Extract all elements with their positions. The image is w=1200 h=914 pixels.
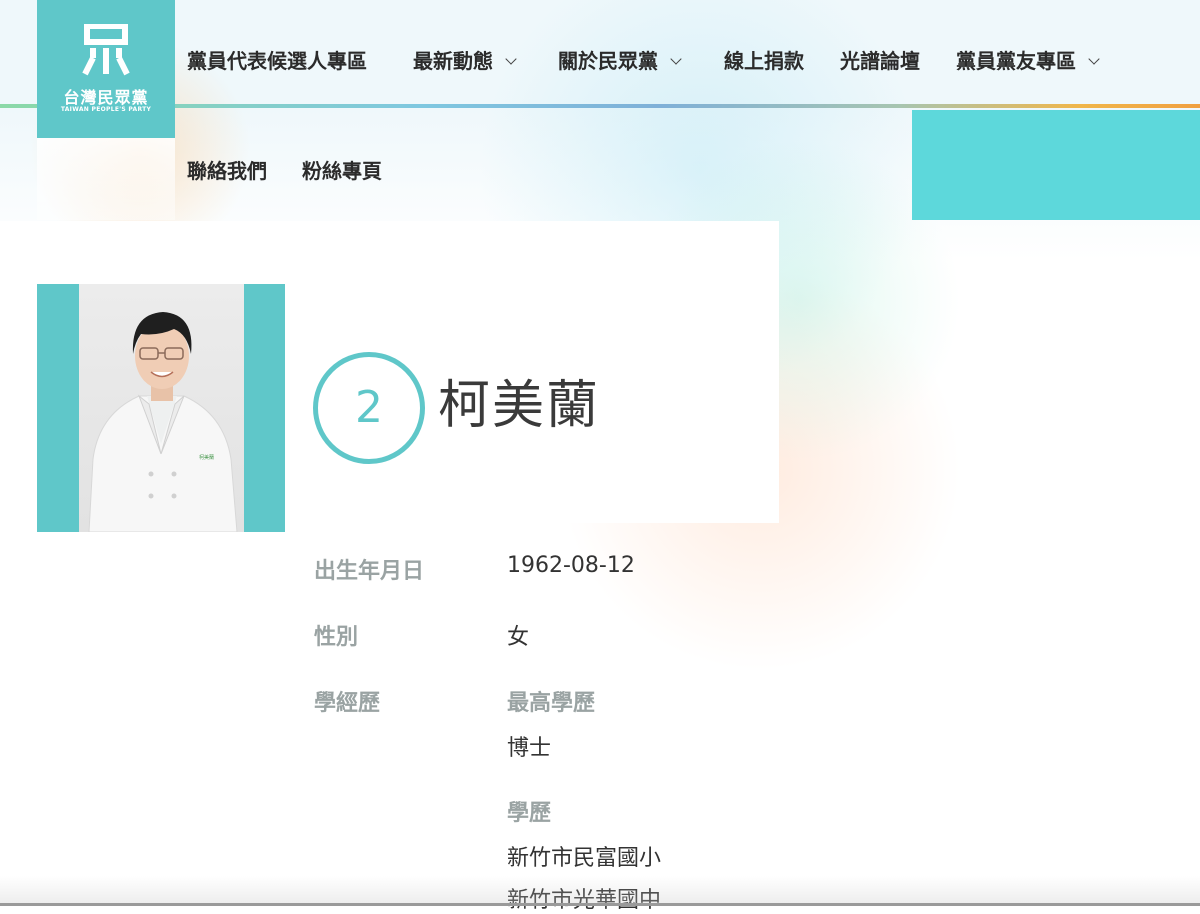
nav-item-label: 黨員代表候選人專區 <box>187 49 367 73</box>
logo-name-cn: 台灣民眾黨 <box>63 88 149 107</box>
nav-item-contact[interactable]: 聯絡我們 <box>187 155 267 184</box>
gender-value: 女 <box>507 625 530 650</box>
candidate-number-badge: 2 <box>313 352 425 464</box>
chevron-down-icon <box>505 53 517 65</box>
candidate-number: 2 <box>355 382 383 433</box>
candidate-portrait: 柯美蘭 <box>88 312 238 532</box>
education-history-label: 學歷 <box>507 801 552 826</box>
nav-item-fanpage[interactable]: 粉絲專頁 <box>302 155 382 184</box>
candidate-photo: 柯美蘭 <box>79 284 244 532</box>
highest-education-value: 博士 <box>507 736 552 761</box>
logo-backdrop <box>37 138 175 220</box>
header-accent-block <box>912 110 1200 220</box>
chevron-down-icon <box>1088 53 1100 65</box>
education-label: 學經歷 <box>314 691 381 716</box>
nav-item-label: 關於民眾黨 <box>558 49 658 73</box>
nav-item-label: 聯絡我們 <box>187 159 267 183</box>
nav-item-forum[interactable]: 光譜論壇 <box>840 45 920 74</box>
birth-label: 出生年月日 <box>314 559 425 584</box>
bottom-fade <box>0 876 1200 906</box>
gender-label: 性別 <box>314 625 359 650</box>
header-gradient-line <box>0 104 1200 108</box>
candidate-name: 柯美蘭 <box>438 376 601 436</box>
nav-item-about[interactable]: 關於民眾黨 <box>558 45 682 74</box>
nav-item-label: 粉絲專頁 <box>302 159 382 183</box>
party-logo-icon <box>82 24 130 76</box>
nav-item-candidates[interactable]: 黨員代表候選人專區 <box>187 45 367 74</box>
logo-name-en: TAIWAN PEOPLE'S PARTY <box>60 106 152 113</box>
photo-name-badge: 柯美蘭 <box>199 454 214 461</box>
nav-item-label: 黨員黨友專區 <box>956 49 1076 73</box>
nav-item-news[interactable]: 最新動態 <box>413 45 517 74</box>
nav-item-label: 線上捐款 <box>724 49 804 73</box>
highest-education-label: 最高學歷 <box>507 691 596 716</box>
education-history-item: 新竹市民富國小 <box>507 846 662 871</box>
birth-value: 1962-08-12 <box>507 553 635 578</box>
nav-item-label: 光譜論壇 <box>840 49 920 73</box>
nav-item-label: 最新動態 <box>413 49 493 73</box>
nav-item-members[interactable]: 黨員黨友專區 <box>956 45 1100 74</box>
chevron-down-icon <box>670 53 682 65</box>
nav-item-donate[interactable]: 線上捐款 <box>724 45 804 74</box>
party-logo[interactable]: 台灣民眾黨 TAIWAN PEOPLE'S PARTY <box>37 0 175 138</box>
